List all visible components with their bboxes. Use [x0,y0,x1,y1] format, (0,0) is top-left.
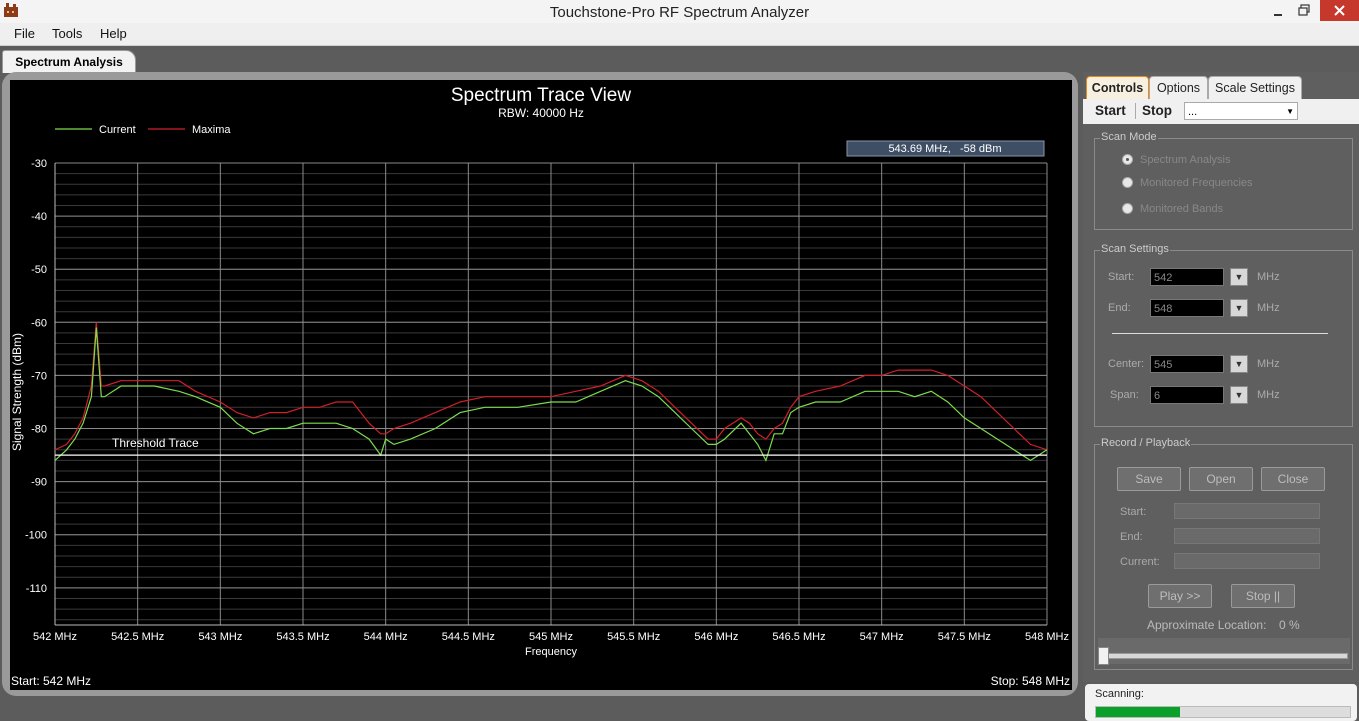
scan-center-dropdown-icon[interactable]: ▼ [1230,355,1248,373]
record-start-field[interactable] [1174,503,1320,519]
scan-end-dropdown-icon[interactable]: ▼ [1230,299,1248,317]
y-tick-label: -80 [31,424,47,436]
x-axis-label: Frequency [525,646,577,658]
approx-location-label: Approximate Location: [1147,618,1267,632]
legend-current-label: Current [99,124,136,136]
y-tick-label: -60 [31,317,47,329]
radio-monitored-frequencies[interactable] [1122,177,1133,188]
x-tick-label: 544.5 MHz [442,631,495,643]
scan-settings-title: Scan Settings [1100,243,1170,255]
start-button[interactable]: Start [1095,103,1126,118]
scan-span-label: Span: [1110,389,1139,401]
scan-start-dropdown-icon[interactable]: ▼ [1230,268,1248,286]
tab-spectrum-analysis[interactable]: Spectrum Analysis [2,50,136,73]
settings-divider [1112,333,1328,334]
approx-location-value: 0 % [1279,618,1300,632]
x-tick-label: 542 MHz [33,631,77,643]
tab-scale-settings[interactable]: Scale Settings [1208,76,1302,99]
menu-bar: File Tools Help [0,23,1359,46]
stop-button[interactable]: Stop [1142,103,1172,118]
start-frequency-label: Start: 542 MHz [11,674,91,688]
x-tick-label: 548 MHz [1025,631,1069,643]
record-end-label: End: [1120,531,1143,543]
x-tick-label: 546 MHz [694,631,738,643]
x-tick-label: 547.5 MHz [938,631,991,643]
y-tick-label: -70 [31,370,47,382]
menu-tools[interactable]: Tools [52,26,82,41]
legend-maxima-label: Maxima [192,124,231,136]
y-tick-label: -30 [31,158,47,170]
menu-file[interactable]: File [14,26,35,41]
title-bar: Touchstone-Pro RF Spectrum Analyzer [0,0,1359,23]
open-button[interactable]: Open [1189,467,1253,491]
x-tick-label: 542.5 MHz [111,631,164,643]
spectrum-chart[interactable]: -30 -40 -50 -60 -70 -80 -90 -100 -110 542 MHz 542.… [10,80,1072,690]
close-icon[interactable] [1320,0,1359,21]
x-tick-label: 543.5 MHz [276,631,329,643]
scan-progress-bar [1095,706,1351,718]
scan-span-dropdown-icon[interactable]: ▼ [1230,386,1248,404]
chart-svg[interactable]: -30 -40 -50 -60 -70 -80 -90 -100 -110 542 MHz 542.… [10,80,1072,690]
x-tick-label: 543 MHz [198,631,242,643]
scan-end-label: End: [1108,302,1131,314]
chart-subtitle: RBW: 40000 Hz [498,106,584,120]
y-tick-label: -100 [25,530,47,542]
x-tick-label: 545 MHz [529,631,573,643]
scan-progress-fill [1096,707,1180,717]
scan-mode-title: Scan Mode [1100,131,1158,143]
scan-end-input[interactable]: 548 [1150,299,1224,317]
save-button[interactable]: Save [1117,467,1181,491]
chevron-down-icon: ▼ [1286,107,1294,116]
scan-end-unit: MHz [1257,302,1280,314]
x-tick-label: 544 MHz [364,631,408,643]
restore-icon[interactable] [1298,4,1310,16]
threshold-trace-label: Threshold Trace [112,436,199,450]
tab-controls[interactable]: Controls [1086,76,1149,99]
slider-track [1102,653,1348,659]
tab-options[interactable]: Options [1149,76,1208,99]
playback-stop-button[interactable]: Stop || [1231,584,1295,608]
x-tick-label: 547 MHz [860,631,904,643]
radio-spectrum-analysis-label: Spectrum Analysis [1140,154,1231,166]
close-button[interactable]: Close [1261,467,1325,491]
scan-center-label: Center: [1108,358,1145,370]
play-button[interactable]: Play >> [1148,584,1212,608]
radio-spectrum-analysis[interactable] [1122,154,1133,165]
x-tick-label: 545.5 MHz [607,631,660,643]
toolbar-divider [1135,103,1136,119]
record-current-field[interactable] [1174,553,1320,569]
preset-dropdown[interactable]: ... ▼ [1184,102,1298,120]
record-end-field[interactable] [1174,528,1320,544]
cursor-readout: 543.69 MHz, -58 dBm [888,143,1001,155]
location-slider[interactable] [1098,638,1350,665]
y-axis-label: Signal Strength (dBm) [10,333,24,451]
scan-start-unit: MHz [1257,271,1280,283]
scan-center-unit: MHz [1257,358,1280,370]
scanning-label: Scanning: [1095,688,1144,700]
window-title: Touchstone-Pro RF Spectrum Analyzer [549,4,810,21]
slider-thumb[interactable] [1098,647,1109,665]
main-tab-strip [0,46,1359,72]
y-tick-label: -40 [31,211,47,223]
scan-span-unit: MHz [1257,389,1280,401]
chart-title: Spectrum Trace View [451,85,632,106]
menu-help[interactable]: Help [100,26,127,41]
stop-frequency-label: Stop: 548 MHz [991,674,1070,688]
record-current-label: Current: [1120,556,1160,568]
scan-start-label: Start: [1108,271,1135,283]
radio-monitored-bands-label: Monitored Bands [1140,203,1224,215]
record-start-label: Start: [1120,506,1147,518]
record-playback-title: Record / Playback [1100,437,1192,449]
y-tick-label: -110 [26,583,47,595]
y-tick-label: -90 [31,477,47,489]
scan-center-input[interactable]: 545 [1150,355,1224,373]
radio-monitored-bands[interactable] [1122,203,1133,214]
x-tick-label: 546.5 MHz [772,631,825,643]
y-tick-label: -50 [31,264,47,276]
scan-start-input[interactable]: 542 [1150,268,1224,286]
radio-monitored-frequencies-label: Monitored Frequencies [1140,177,1253,189]
preset-value: ... [1188,106,1198,118]
scan-span-input[interactable]: 6 [1150,386,1224,404]
minimize-icon[interactable] [1272,5,1284,17]
